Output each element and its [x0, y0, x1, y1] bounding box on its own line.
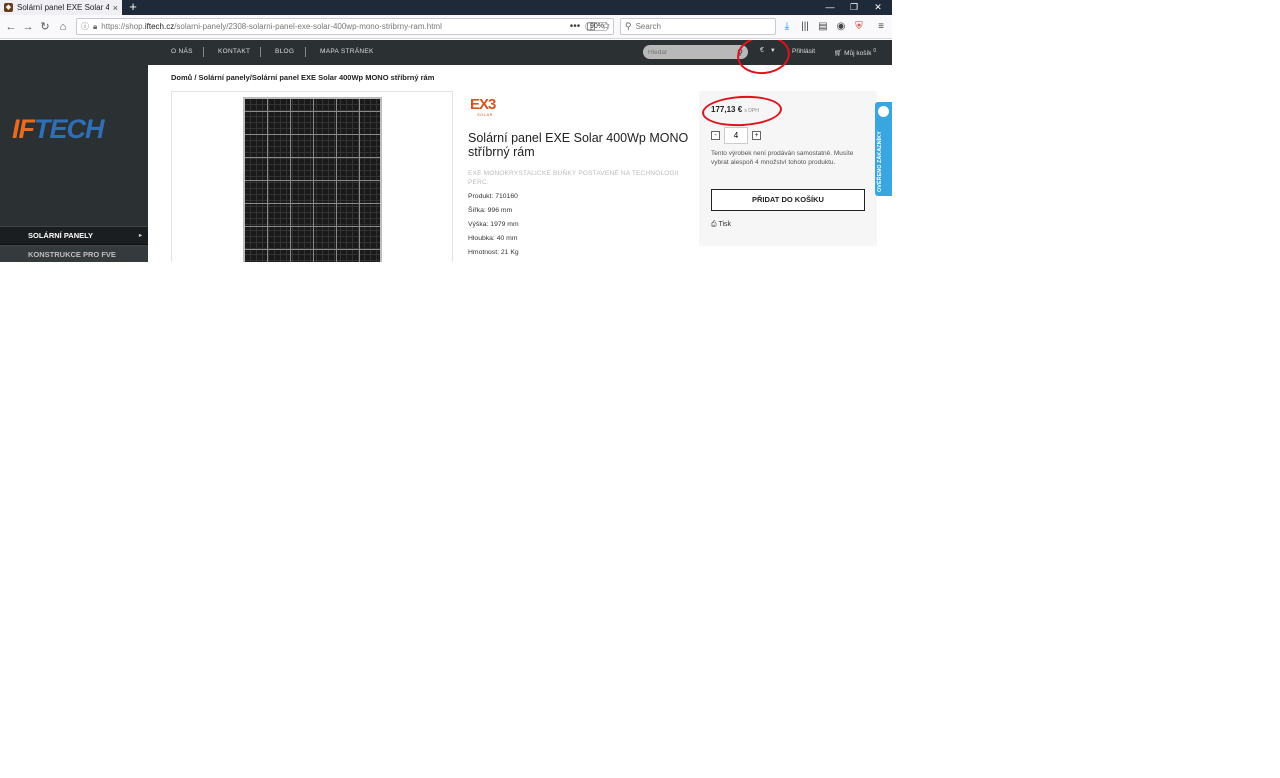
- tab-active[interactable]: ◆ Solární panel EXE Solar 400Wp ×: [0, 0, 122, 15]
- search-icon: ⚲: [625, 21, 632, 31]
- back-icon[interactable]: ←: [3, 19, 19, 35]
- solar-panel-image[interactable]: [243, 97, 382, 262]
- verified-customers-badge[interactable]: OVĚŘENO ZÁKAZNÍKY: [875, 102, 892, 196]
- reload-icon[interactable]: ↻: [37, 19, 53, 35]
- lock-icon: 🔒︎: [93, 21, 98, 31]
- browser-window: ◆ Solární panel EXE Solar 400Wp × + — ❐ …: [0, 0, 892, 262]
- cart-link[interactable]: 🛒︎ Můj košík 0: [834, 48, 876, 57]
- brand-logo[interactable]: EX3 SOLAR: [470, 97, 502, 118]
- product-image-box[interactable]: [171, 91, 453, 262]
- minimize-button[interactable]: —: [818, 0, 842, 15]
- login-link[interactable]: Přihlásit: [792, 48, 815, 55]
- cart-count: 0: [873, 48, 877, 54]
- quantity-input[interactable]: [724, 127, 748, 144]
- site-search-input[interactable]: [648, 48, 728, 56]
- library-icon[interactable]: |||: [798, 19, 812, 35]
- product-price: 177,13 € s DPH: [711, 105, 759, 114]
- restore-button[interactable]: ❐: [842, 0, 866, 15]
- spec-row: Hloubka: 40 mm: [468, 235, 518, 242]
- cart-label: Můj košík: [844, 50, 872, 58]
- nav-divider: [305, 47, 306, 57]
- minimum-quantity-note: Tento výrobek není prodáván samostatně. …: [711, 150, 854, 166]
- product-title: Solární panel EXE Solar 400Wp MONO stříb…: [468, 131, 689, 159]
- sidebar-item-constructions[interactable]: KONSTRUKCE PRO FVE: [0, 245, 148, 262]
- sidebar-item-solar-panels[interactable]: SOLÁRNÍ PANELY ▸: [0, 226, 148, 245]
- quantity-plus-button[interactable]: +: [752, 131, 761, 140]
- favicon-icon: ◆: [4, 3, 13, 12]
- nav-link-about[interactable]: O NÁS: [171, 48, 193, 55]
- info-icon[interactable]: ⓘ: [81, 21, 89, 32]
- badge-logo-icon: [878, 106, 889, 117]
- browser-search-bar[interactable]: ⚲: [620, 18, 776, 35]
- url-bar[interactable]: ⓘ 🔒︎ https://shop.iftech.cz/solarni-pane…: [76, 18, 614, 35]
- url-text[interactable]: https://shop.iftech.cz/solarni-panely/23…: [101, 22, 581, 31]
- tab-close-icon[interactable]: ×: [113, 3, 118, 13]
- forward-icon[interactable]: →: [20, 19, 36, 35]
- currency-symbol: €: [760, 47, 764, 54]
- site-sidebar: IFTECH SOLÁRNÍ PANELY ▸ KONSTRUKCE PRO F…: [0, 40, 148, 262]
- browser-search-input[interactable]: [635, 22, 766, 31]
- nav-divider: [260, 47, 261, 57]
- product-short-description: EXE MONOKRYSTALICKÉ BUŇKY POSTAVENÉ NA T…: [468, 170, 679, 186]
- chevron-down-icon: ▼: [769, 48, 776, 54]
- printer-icon: ⎙: [711, 221, 717, 228]
- sidebar-toggle-icon[interactable]: ▤: [816, 19, 830, 35]
- site-search[interactable]: ⚲: [643, 45, 748, 59]
- search-icon[interactable]: ⚲: [737, 48, 743, 57]
- tab-strip: ◆ Solární panel EXE Solar 400Wp × + — ❐ …: [0, 0, 892, 15]
- spec-row: Šířka: 996 mm: [468, 207, 513, 214]
- nav-link-blog[interactable]: BLOG: [275, 48, 294, 55]
- sidebar-item-label: SOLÁRNÍ PANELY: [28, 231, 94, 240]
- spec-row: Výška: 1979 mm: [468, 221, 519, 228]
- cart-icon: 🛒︎: [834, 50, 843, 58]
- bookmark-star-icon[interactable]: ☆: [599, 19, 613, 35]
- pocket-icon[interactable]: ◫: [584, 19, 598, 35]
- site-logo[interactable]: IFTECH: [12, 114, 136, 150]
- breadcrumb[interactable]: Domů / Solární panely/Solární panel EXE …: [171, 73, 434, 82]
- spec-row: Produkt: 710160: [468, 193, 518, 200]
- download-icon[interactable]: ⤓: [780, 19, 794, 35]
- tab-title: Solární panel EXE Solar 400Wp: [17, 3, 109, 12]
- buy-box: 177,13 € s DPH - + Tento výrobek není pr…: [699, 91, 877, 246]
- navigation-toolbar: ← → ↻ ⌂ ⓘ 🔒︎ https://shop.iftech.cz/sola…: [0, 15, 892, 39]
- menu-icon[interactable]: ≡: [874, 19, 888, 35]
- account-icon[interactable]: ◉: [834, 19, 848, 35]
- quantity-minus-button[interactable]: -: [711, 131, 720, 140]
- extension-shield-icon[interactable]: ⛨: [852, 19, 866, 35]
- web-page: IFTECH SOLÁRNÍ PANELY ▸ KONSTRUKCE PRO F…: [0, 40, 892, 262]
- print-link[interactable]: ⎙ Tisk: [711, 221, 731, 229]
- nav-divider: [203, 47, 204, 57]
- nav-link-contact[interactable]: KONTAKT: [218, 48, 250, 55]
- quantity-stepper: - +: [711, 127, 761, 144]
- category-menu: SOLÁRNÍ PANELY ▸ KONSTRUKCE PRO FVE: [0, 226, 148, 262]
- home-icon[interactable]: ⌂: [55, 19, 71, 35]
- chevron-right-icon: ▸: [138, 233, 142, 239]
- site-top-nav: O NÁS KONTAKT BLOG MAPA STRÁNEK ⚲ €▼ Při…: [148, 40, 892, 65]
- sidebar-item-label: KONSTRUKCE PRO FVE: [28, 250, 116, 259]
- currency-selector[interactable]: € ▼: [760, 47, 776, 54]
- spec-row: Hmotnost: 21 Kg: [468, 249, 519, 256]
- new-tab-button[interactable]: +: [126, 0, 140, 15]
- nav-link-sitemap[interactable]: MAPA STRÁNEK: [320, 48, 374, 55]
- product-specs: Produkt: 710160 Šířka: 996 mm Výška: 197…: [468, 193, 519, 262]
- page-actions-icon[interactable]: •••: [568, 19, 582, 35]
- close-window-button[interactable]: ✕: [866, 0, 890, 15]
- add-to-cart-button[interactable]: PŘIDAT DO KOŠÍKU: [711, 189, 865, 211]
